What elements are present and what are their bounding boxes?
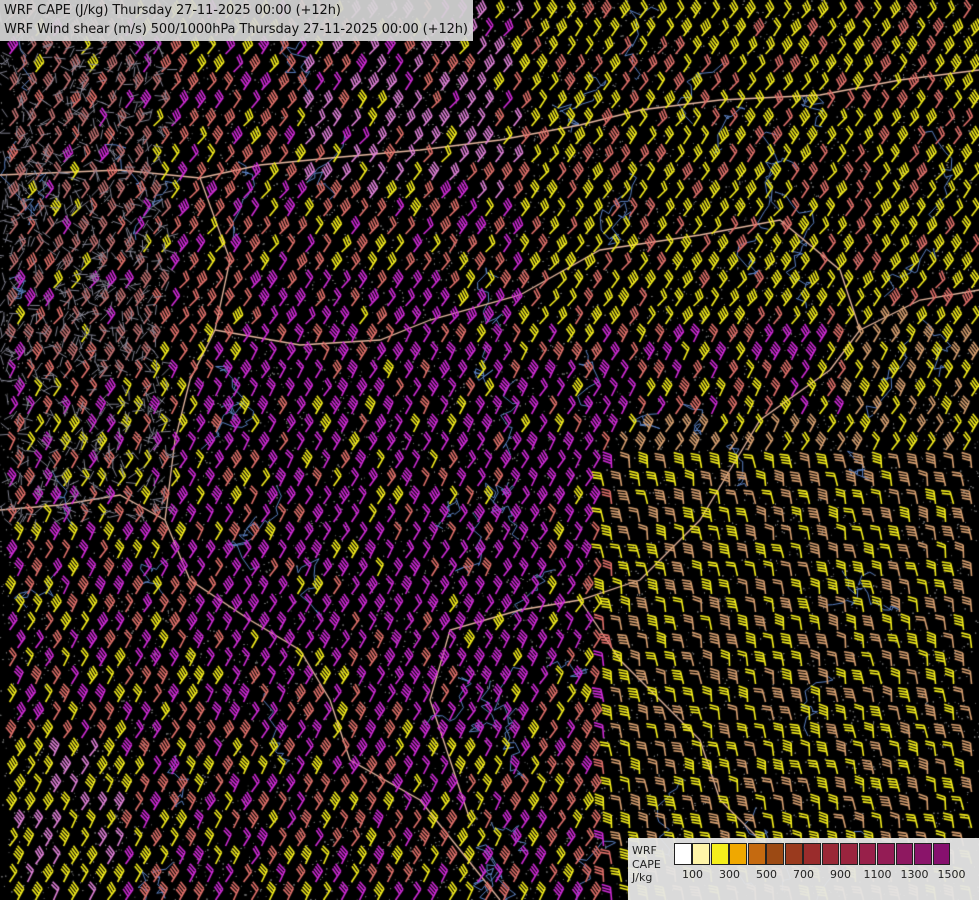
legend-swatch [858, 843, 877, 865]
legend-tick-label: 100 [682, 868, 703, 881]
legend-label-model: WRF [632, 844, 657, 857]
legend-swatch [821, 843, 840, 865]
legend-tick-label: 700 [793, 868, 814, 881]
legend-swatch [692, 843, 711, 865]
legend-swatch [674, 843, 692, 865]
legend-swatch [877, 843, 895, 865]
legend-tick-label: 1300 [900, 868, 929, 881]
legend-swatch [766, 843, 785, 865]
legend-swatch [803, 843, 821, 865]
legend-swatch [747, 843, 766, 865]
legend-label: WRF CAPE J/kg [632, 844, 661, 885]
legend-swatch [784, 843, 803, 865]
cape-title: WRF CAPE (J/kg) Thursday 27-11-2025 00:0… [4, 3, 341, 18]
cape-legend: WRF CAPE J/kg 100 300 500 700 900 1100 1300 150… [628, 838, 979, 900]
legend-swatch [932, 843, 951, 865]
legend-swatch [710, 843, 729, 865]
map-title-box: WRF CAPE (J/kg) Thursday 27-11-2025 00:0… [0, 0, 473, 41]
wind-shear-cape-map [0, 0, 979, 900]
legend-label-variable: CAPE [632, 857, 661, 871]
legend-tick-label: 500 [756, 868, 777, 881]
wind-shear-title: WRF Wind shear (m/s) 500/1000hPa Thursda… [4, 22, 468, 37]
legend-tick-label: 900 [830, 868, 851, 881]
legend-swatch [895, 843, 914, 865]
legend-swatch [914, 843, 932, 865]
legend-color-scale [674, 843, 951, 865]
legend-label-unit: J/kg [632, 871, 653, 884]
legend-swatch [729, 843, 748, 865]
legend-tick-label: 300 [719, 868, 740, 881]
legend-tick-label: 1500 [937, 868, 966, 881]
legend-tick-label: 1100 [863, 868, 892, 881]
legend-swatch [840, 843, 858, 865]
legend-tick-labels: 100 300 500 700 900 1100 1300 1500 [674, 868, 974, 882]
